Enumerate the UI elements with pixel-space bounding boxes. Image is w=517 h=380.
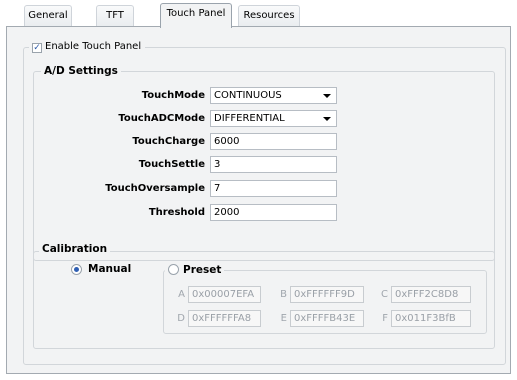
enable-touch-panel-label: Enable Touch Panel — [45, 41, 142, 52]
tab-touch-panel[interactable]: Touch Panel — [160, 3, 232, 28]
touchsettle-input[interactable]: 3 — [210, 156, 337, 173]
touchmode-value: CONTINUOUS — [214, 90, 282, 101]
preset-f-label: F — [382, 313, 388, 324]
preset-radio[interactable] — [168, 264, 179, 275]
tab-strip: General TFT Touch Panel Resources — [0, 0, 517, 28]
enable-touch-panel-checkbox[interactable]: ✓ — [32, 43, 42, 53]
preset-a-label: A — [178, 289, 185, 300]
preset-b-field[interactable]: 0xFFFFFF9D — [290, 286, 364, 303]
preset-e-label: E — [280, 313, 287, 324]
touchmode-label: TouchMode — [141, 90, 205, 101]
touchcharge-input[interactable]: 6000 — [210, 133, 337, 150]
preset-c-label: C — [381, 289, 388, 300]
touchmode-select[interactable]: CONTINUOUS — [210, 87, 337, 104]
chevron-down-icon[interactable] — [323, 94, 331, 98]
touch-panel-page: ✓ Enable Touch Panel A/D Settings TouchMo… — [6, 26, 511, 374]
touchadcmode-label: TouchADCMode — [118, 113, 205, 124]
preset-b-label: B — [280, 289, 287, 300]
chevron-down-icon[interactable] — [323, 117, 331, 121]
preset-d-label: D — [177, 313, 185, 324]
preset-c-field[interactable]: 0xFFF2C8D8 — [391, 286, 471, 303]
preset-legend: Preset — [165, 262, 225, 276]
calibration-title: Calibration — [39, 243, 111, 255]
touchadcmode-value: DIFFERENTIAL — [214, 113, 285, 124]
radio-selected-dot — [74, 267, 79, 272]
preset-f-field[interactable]: 0x011F3BfB — [391, 310, 471, 327]
touchcharge-label: TouchCharge — [132, 136, 205, 147]
threshold-input[interactable]: 2000 — [210, 204, 337, 221]
touchoversample-input[interactable]: 7 — [210, 180, 337, 197]
ad-settings-title: A/D Settings — [41, 65, 121, 77]
enable-touch-panel-legend: ✓ Enable Touch Panel — [29, 41, 146, 53]
tab-general[interactable]: General — [24, 5, 72, 27]
preset-label: Preset — [183, 264, 222, 276]
touchadcmode-select[interactable]: DIFFERENTIAL — [210, 110, 337, 127]
preset-e-field[interactable]: 0xFFFFB43E — [290, 310, 364, 327]
threshold-label: Threshold — [148, 207, 205, 218]
tab-resources[interactable]: Resources — [238, 5, 300, 27]
touchsettle-label: TouchSettle — [138, 159, 205, 170]
preset-d-field[interactable]: 0xFFFFFFA8 — [188, 310, 261, 327]
manual-radio[interactable] — [71, 264, 82, 275]
tab-tft[interactable]: TFT — [96, 5, 134, 27]
touchoversample-label: TouchOversample — [105, 183, 205, 194]
manual-label[interactable]: Manual — [88, 262, 131, 276]
preset-a-field[interactable]: 0x00007EFA — [188, 286, 261, 303]
